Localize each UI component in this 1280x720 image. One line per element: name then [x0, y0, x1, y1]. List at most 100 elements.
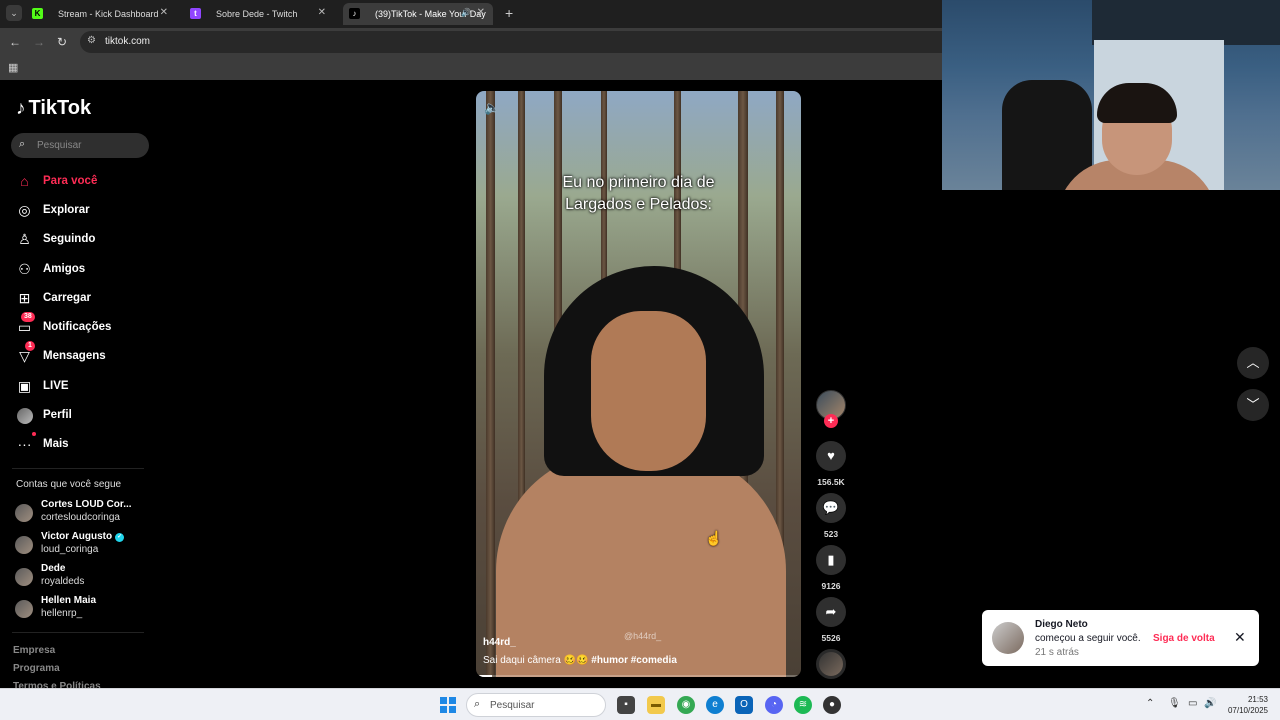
back-icon[interactable]: ← — [9, 35, 21, 49]
next-video-button[interactable]: ﹀ — [1237, 389, 1269, 421]
clock[interactable]: 21:53 07/10/2025 — [1226, 694, 1268, 716]
nav-label: Notificações — [43, 321, 112, 333]
search-input[interactable]: ⌕ Pesquisar — [11, 133, 149, 158]
chevron-up-icon[interactable]: ⌃ — [1146, 698, 1154, 709]
forward-icon[interactable]: → — [33, 35, 45, 49]
nav-label: Perfil — [43, 409, 72, 421]
avatar — [15, 536, 33, 554]
follow-plus-icon[interactable]: + — [824, 414, 838, 428]
account-name-row: Victor Augusto ✓ — [41, 531, 125, 542]
speaker-icon[interactable]: 🔊 — [461, 8, 471, 17]
nav-live[interactable]: ▣ LIVE — [16, 375, 156, 397]
save-button[interactable]: ▮ — [816, 545, 846, 575]
chrome-icon[interactable]: ◉ — [677, 696, 695, 714]
friends-icon: ⚇ — [18, 260, 31, 277]
tab-twitch[interactable]: t Sobre Dede - Twitch ✕ — [184, 3, 334, 25]
search-placeholder: Pesquisar — [37, 140, 82, 151]
footer-link-company[interactable]: Empresa — [13, 645, 55, 656]
following-account[interactable]: Dede royaldeds — [15, 563, 150, 591]
like-button[interactable]: ♥ — [816, 441, 846, 471]
avatar — [15, 568, 33, 586]
app-icon[interactable]: ● — [823, 696, 841, 714]
tiktok-logo[interactable]: ♪ TikTok — [16, 97, 91, 120]
account-handle: hellenrp_ — [41, 608, 83, 619]
apps-grid-icon[interactable]: ▦ — [8, 61, 18, 74]
follow-notification[interactable]: Diego Neto começou a seguir você. 21 s a… — [982, 610, 1259, 666]
clock-time: 21:53 — [1247, 695, 1268, 704]
nav-upload[interactable]: ⊞ Carregar — [16, 287, 156, 309]
outlook-icon[interactable]: O — [735, 696, 753, 714]
volume-icon[interactable]: 🔈 — [484, 100, 500, 116]
footer-link-program[interactable]: Programa — [13, 663, 60, 674]
nav-more[interactable]: ··· Mais — [16, 432, 156, 455]
microphone-icon[interactable]: 🎙 — [1168, 698, 1181, 709]
chevron-up-icon: ︿ — [1246, 355, 1260, 370]
tab-tiktok[interactable]: ♪ (39)TikTok - Make Your Day 🔊 ✕ — [343, 3, 493, 25]
edge-icon[interactable]: e — [706, 696, 724, 714]
nav-following[interactable]: ♙ Seguindo — [16, 228, 156, 250]
site-info-icon[interactable]: ⚙ — [87, 35, 96, 46]
video-player[interactable]: 🔈 Eu no primeiro dia de Largados e Pelad… — [476, 91, 801, 677]
progress-fill — [476, 675, 493, 677]
account-handle: loud_coringa — [41, 544, 99, 555]
following-account[interactable]: Cortes LOUD Cor... cortesloudcoringa — [15, 499, 150, 527]
tab-kick[interactable]: K Stream - Kick Dashboard ✕ — [26, 3, 176, 25]
messages-icon: ▽ 1 — [16, 340, 35, 365]
nav-explore[interactable]: ◎ Explorar — [16, 199, 156, 221]
discord-icon[interactable]: ◔ — [765, 696, 783, 714]
music-disc[interactable] — [816, 649, 846, 679]
upload-icon: ⊞ — [18, 289, 31, 306]
nav-for-you[interactable]: ⌂ Para você — [16, 170, 156, 192]
taskbar-search[interactable]: ⌕ Pesquisar — [466, 693, 606, 717]
close-icon[interactable]: ✕ — [160, 7, 168, 18]
account-name: Dede — [41, 563, 66, 574]
tiktok-icon: ♪ — [349, 8, 360, 19]
divider — [12, 468, 144, 469]
nav-label: Carregar — [43, 292, 91, 304]
nav-messages[interactable]: ▽ 1 Mensagens — [16, 340, 156, 367]
nav-profile[interactable]: Perfil — [16, 404, 156, 426]
person-body — [496, 451, 786, 677]
address-bar-row: ← → ↻ ⚙ tiktok.com — [0, 28, 942, 56]
following-title: Contas que você segue — [16, 479, 122, 490]
divider — [12, 632, 144, 633]
hashtag[interactable]: #comedia — [631, 655, 677, 666]
new-tab-button[interactable]: + — [505, 5, 513, 21]
nav-label: LIVE — [43, 380, 69, 392]
avatar — [15, 504, 33, 522]
tab-search-button[interactable]: ⌄ — [6, 5, 22, 21]
volume-icon[interactable]: 🔊 — [1204, 698, 1216, 709]
following-account[interactable]: Victor Augusto ✓ loud_coringa — [15, 531, 150, 559]
account-handle: cortesloudcoringa — [41, 512, 120, 523]
spotify-icon[interactable]: ≋ — [794, 696, 812, 714]
reload-icon[interactable]: ↻ — [57, 35, 67, 49]
video-author[interactable]: h44rd_ — [483, 637, 516, 648]
video-caption-line: Largados e Pelados: — [565, 196, 712, 213]
close-icon[interactable]: ✕ — [1234, 629, 1246, 646]
comment-button[interactable]: 💬 — [816, 493, 846, 523]
tab-label: Stream - Kick Dashboard — [58, 9, 159, 19]
notification-name: Diego Neto — [1035, 619, 1088, 630]
task-view-icon[interactable]: ▪ — [617, 696, 635, 714]
share-button[interactable]: ➦ — [816, 597, 846, 627]
close-icon[interactable]: ✕ — [477, 7, 485, 18]
nav-label: Seguindo — [43, 233, 96, 245]
tab-label: Sobre Dede - Twitch — [216, 9, 298, 19]
nav-notifications[interactable]: ▭ 38 Notificações — [16, 311, 156, 338]
following-account[interactable]: Hellen Maia hellenrp_ — [15, 595, 150, 623]
previous-video-button[interactable]: ︿ — [1237, 347, 1269, 379]
follow-back-button[interactable]: Siga de volta — [1153, 633, 1215, 644]
hashtag[interactable]: #humor — [591, 655, 628, 666]
nav-friends[interactable]: ⚇ Amigos — [16, 258, 156, 280]
network-icon[interactable]: ▭ — [1188, 698, 1197, 709]
heart-icon: ♥ — [827, 448, 835, 463]
live-icon: ▣ — [17, 377, 32, 394]
close-icon[interactable]: ✕ — [318, 7, 326, 18]
file-explorer-icon[interactable]: ▬ — [647, 696, 665, 714]
account-name: Victor Augusto — [41, 531, 113, 542]
video-progress-bar[interactable] — [476, 675, 801, 677]
windows-start-icon[interactable] — [440, 697, 456, 713]
url-field[interactable]: ⚙ tiktok.com — [80, 31, 942, 53]
person-follow-icon: ♙ — [18, 230, 31, 247]
comment-count: 523 — [823, 529, 839, 539]
